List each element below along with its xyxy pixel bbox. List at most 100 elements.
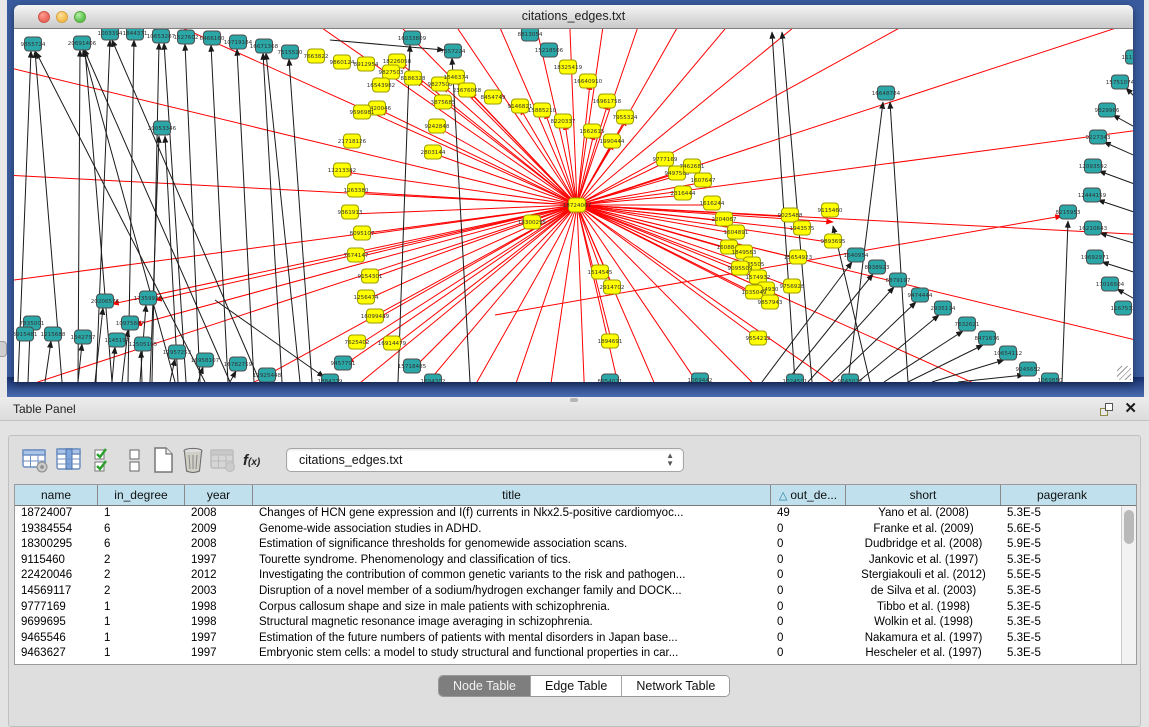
graph-node[interactable]: 10653287 <box>147 29 176 43</box>
table-row[interactable]: 946554611997Estimation of the future num… <box>15 631 1136 647</box>
graph-node[interactable]: 20206576 <box>91 294 120 308</box>
graph-node[interactable]: 15751074 <box>1106 75 1133 89</box>
graph-node[interactable]: 1694302 <box>421 374 446 382</box>
graph-node[interactable]: 1546374 <box>444 70 469 84</box>
table-settings-icon[interactable] <box>21 446 49 474</box>
column-header-short[interactable]: short <box>846 485 1001 505</box>
network-window[interactable]: citations_edges.txt 9355724206 <box>14 5 1133 382</box>
graph-node[interactable]: 16958107 <box>191 353 220 367</box>
graph-node[interactable]: 16640910 <box>574 74 603 88</box>
column-header-in_degree[interactable]: in_degree <box>98 485 185 505</box>
panel-resize-handle[interactable] <box>0 341 7 357</box>
graph-node[interactable]: 6466160 <box>200 31 225 45</box>
table-scrollbar[interactable] <box>1121 506 1136 664</box>
graph-node[interactable]: 15654923 <box>784 250 813 264</box>
graph-node[interactable]: 18325419 <box>554 60 583 74</box>
graph-node[interactable]: 16782759 <box>224 357 253 371</box>
graph-node[interactable]: 2316444 <box>671 186 696 200</box>
window-resize-grip[interactable] <box>1117 366 1131 380</box>
graph-node[interactable]: 1003394 <box>98 29 123 40</box>
table-row[interactable]: 1872400712008Changes of HCN gene express… <box>15 506 1136 522</box>
table-row[interactable]: 2242004622012Investigating the contribut… <box>15 568 1136 584</box>
graph-node[interactable]: 8471676 <box>975 331 1000 345</box>
graph-node[interactable]: 19692971 <box>1081 250 1110 264</box>
new-table-icon[interactable] <box>149 446 177 474</box>
graph-node[interactable]: 8912954 <box>354 57 379 71</box>
table-row[interactable]: 911546021997Tourette syndrome. Phenomeno… <box>15 553 1136 569</box>
graph-node[interactable]: 9227343 <box>1086 130 1111 144</box>
graph-node[interactable]: 1990444 <box>600 134 625 148</box>
graph-node[interactable]: 1894691 <box>598 334 623 348</box>
column-header-pagerank[interactable]: pagerank <box>1001 485 1123 505</box>
graph-node[interactable]: 1342757 <box>71 330 96 344</box>
graph-node[interactable]: 16033809 <box>398 31 427 45</box>
graph-node[interactable]: 1024501 <box>783 374 808 382</box>
graph-node[interactable]: 9457791 <box>331 356 356 370</box>
graph-node[interactable]: 9777169 <box>653 152 678 166</box>
table-row[interactable]: 969969511998Structural magnetic resonanc… <box>15 615 1136 631</box>
graph-node[interactable]: 20691406 <box>68 36 97 50</box>
graph-node[interactable]: 16543982 <box>367 78 395 92</box>
network-window-titlebar[interactable]: citations_edges.txt <box>14 5 1133 29</box>
graph-node[interactable]: 8215953 <box>1056 205 1081 219</box>
graph-node[interactable]: 21718126 <box>338 134 367 148</box>
float-panel-icon[interactable] <box>1100 403 1113 416</box>
graph-node[interactable]: 17016504 <box>1096 277 1125 291</box>
table-row[interactable]: 946362711997Embryonic stem cells: a mode… <box>15 646 1136 662</box>
graph-node[interactable]: 7357224 <box>441 44 466 58</box>
graph-node[interactable]: 9860124 <box>330 55 355 69</box>
column-header-out_degree[interactable]: △out_de... <box>771 485 846 505</box>
graph-node[interactable]: 1112964 <box>1122 50 1133 64</box>
splitter-handle[interactable] <box>570 398 578 402</box>
graph-node[interactable]: 1263380 <box>344 183 369 197</box>
network-canvas[interactable]: 9355724206914061003394184437110653287152… <box>14 29 1133 382</box>
close-panel-icon[interactable]: ✕ <box>1124 401 1137 416</box>
graph-node[interactable]: 2914702 <box>600 280 625 294</box>
graph-node[interactable]: 15718485 <box>398 359 427 373</box>
graph-node[interactable]: 10654112 <box>994 346 1022 360</box>
graph-node[interactable]: 1256474 <box>354 290 379 304</box>
table-row[interactable]: 1456911722003Disruption of a novel membe… <box>15 584 1136 600</box>
graph-node[interactable]: 17359928 <box>134 291 163 305</box>
graph-node[interactable]: 9554212 <box>746 331 771 345</box>
graph-node[interactable]: 9329966 <box>1095 103 1120 117</box>
graph-node[interactable]: 3875685 <box>431 95 456 109</box>
graph-node[interactable]: 1604891 <box>724 225 749 239</box>
table-row[interactable]: 1938455462009Genome-wide association stu… <box>15 522 1136 538</box>
tab-edge-table[interactable]: Edge Table <box>531 676 622 696</box>
graph-node[interactable]: 9115460 <box>818 203 843 217</box>
graph-node[interactable]: 8186328 <box>401 71 426 85</box>
function-builder-icon[interactable]: f(x) <box>243 452 271 480</box>
graph-node[interactable]: 9756928 <box>780 279 805 293</box>
graph-node[interactable]: 12093592 <box>1079 159 1107 173</box>
graph-node[interactable]: 1616244 <box>700 196 725 210</box>
graph-node[interactable]: 10975887 <box>116 316 145 330</box>
tab-node-table[interactable]: Node Table <box>439 676 531 696</box>
graph-node[interactable]: 9154301 <box>358 269 383 283</box>
graph-node[interactable]: 12444159 <box>1078 188 1107 202</box>
graph-node[interactable]: 1527602 <box>174 30 199 44</box>
graph-node[interactable]: 8220337 <box>551 114 576 128</box>
graph-node[interactable]: 10719184 <box>224 35 253 49</box>
graph-node[interactable]: 2935114 <box>931 301 956 315</box>
graph-node[interactable]: 23676068 <box>453 83 482 97</box>
graph-node[interactable]: 7632621 <box>955 317 980 331</box>
graph-node[interactable]: 8954021 <box>598 374 623 382</box>
graph-node[interactable]: 16671368 <box>250 39 279 53</box>
table-source-dropdown[interactable]: citations_edges.txt ▲▼ <box>286 448 684 472</box>
graph-node[interactable]: 8454749 <box>481 90 506 104</box>
scrollbar-thumb[interactable] <box>1124 510 1134 544</box>
delete-table-icon[interactable] <box>209 446 237 474</box>
graph-node[interactable]: 1943575 <box>790 221 815 235</box>
show-columns-icon[interactable] <box>55 446 83 474</box>
graph-node[interactable]: 7462681 <box>680 159 705 173</box>
column-header-title[interactable]: title <box>253 485 771 505</box>
graph-node[interactable]: 12925448 <box>253 368 282 382</box>
graph-node[interactable]: 15218506 <box>535 43 564 57</box>
column-header-year[interactable]: year <box>185 485 253 505</box>
node-table[interactable]: namein_degreeyeartitle△out_de...shortpag… <box>14 484 1137 665</box>
graph-node[interactable]: 8095107 <box>350 226 375 240</box>
graph-node[interactable]: 16961758 <box>593 94 622 108</box>
table-row[interactable]: 1830029562008Estimation of significance … <box>15 537 1136 553</box>
graph-node[interactable]: 9893695 <box>821 234 846 248</box>
